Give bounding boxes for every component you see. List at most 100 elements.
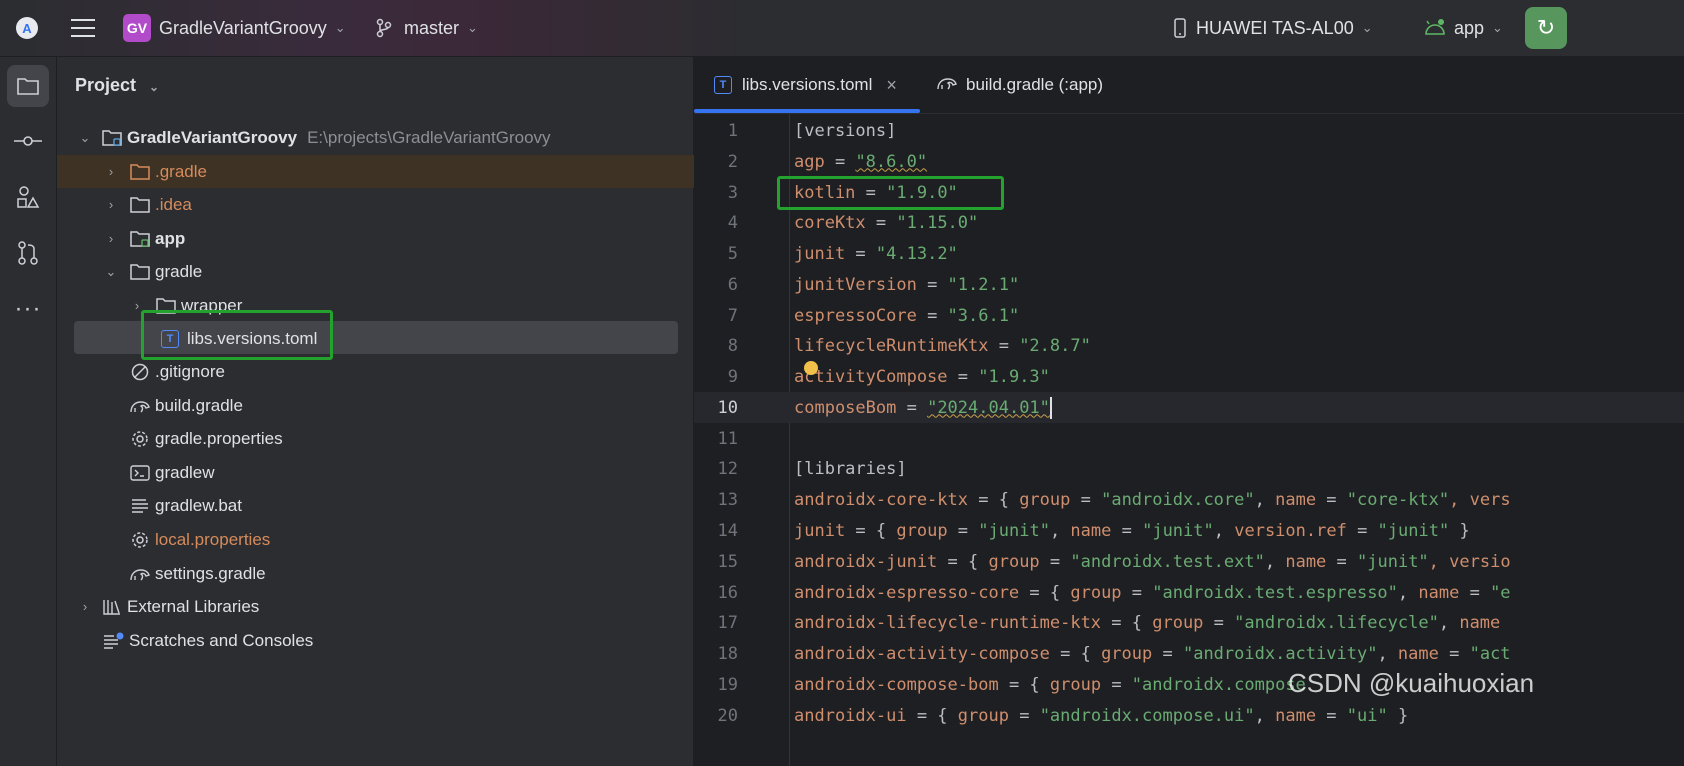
line-number: 9 <box>727 366 738 387</box>
more-tools-button[interactable]: ··· <box>7 288 49 330</box>
csdn-watermark: CSDN @kuaihuoxian <box>1288 668 1535 698</box>
library-icon <box>101 597 123 617</box>
toml-key: junit <box>794 520 846 541</box>
line-number: 5 <box>727 243 738 264</box>
tree-item-local-properties[interactable]: local.properties <box>57 523 765 556</box>
pull-requests-button[interactable] <box>7 232 49 274</box>
lightbulb-icon[interactable] <box>804 361 818 375</box>
chevron-down-icon[interactable]: ⌄ <box>103 264 119 280</box>
tree-item-label: app <box>155 228 186 248</box>
code-line: 7 espressoCore = "3.6.1" <box>694 300 1684 331</box>
code-line: 9 activityCompose = "1.9.3" <box>694 361 1684 392</box>
android-icon <box>1425 19 1445 35</box>
toml-value: "junit" <box>1377 520 1450 541</box>
text-file-icon <box>129 496 151 516</box>
line-number: 3 <box>727 182 738 203</box>
line-number: 15 <box>717 551 738 572</box>
tab-build-gradle-app[interactable]: build.gradle (:app) <box>936 57 1103 113</box>
resource-manager-button[interactable] <box>7 176 49 218</box>
gradle-elephant-icon <box>936 75 958 96</box>
editor-tabs: T libs.versions.toml × build.gradle (:ap… <box>694 57 1684 114</box>
toml-value: "androidx.test.espresso" <box>1152 582 1398 603</box>
close-icon[interactable]: × <box>886 75 897 96</box>
branch-name: master <box>404 17 460 38</box>
toml-key: androidx-compose-bom <box>794 674 999 695</box>
module-folder-icon <box>129 229 151 249</box>
device-name: HUAWEI TAS-AL00 <box>1196 17 1354 38</box>
tree-item-gitignore[interactable]: .gitignore <box>57 355 765 388</box>
line-number: 2 <box>727 151 738 172</box>
tab-label: build.gradle (:app) <box>966 75 1104 94</box>
root-name: GradleVariantGroovy <box>127 127 298 147</box>
run-config-selector[interactable]: app ⌄ <box>1424 0 1503 56</box>
line-number: 8 <box>727 335 738 356</box>
android-studio-logo-icon[interactable]: A <box>16 0 38 56</box>
line-number: 19 <box>717 674 738 695</box>
tree-item-label: Scratches and Consoles <box>129 630 314 650</box>
rerun-button[interactable]: ↻ <box>1525 7 1567 49</box>
tree-item-gradle-properties[interactable]: gradle.properties <box>57 422 765 455</box>
tree-item-gradle-cache[interactable]: › .gradle <box>57 155 739 188</box>
tree-root-row[interactable]: ⌄ GradleVariantGroovy E:\projects\Gradle… <box>57 121 713 154</box>
tree-item-gradlew-bat[interactable]: gradlew.bat <box>57 489 765 522</box>
chevron-right-icon[interactable]: › <box>103 164 119 179</box>
active-tab-indicator <box>694 109 920 113</box>
folder-icon <box>17 78 39 95</box>
tree-item-external-libraries[interactable]: › External Libraries <box>57 590 713 623</box>
project-panel: Project ⌄ ⌄ GradleVariantGroovy E:\proje… <box>57 57 739 766</box>
code-editor[interactable]: 1 [versions] 2 agp = "8.6.0" 3 kotlin = "1.… <box>694 114 1684 766</box>
tree-item-gradlew[interactable]: gradlew <box>57 456 765 489</box>
chevron-right-icon[interactable]: › <box>77 599 93 614</box>
toml-value: "junit" <box>978 520 1050 541</box>
project-selector[interactable]: GV GradleVariantGroovy ⌄ <box>123 0 346 56</box>
chevron-right-icon[interactable]: › <box>103 197 119 212</box>
tree-item-gradle[interactable]: ⌄ gradle <box>57 255 739 288</box>
line-number: 7 <box>727 305 738 326</box>
project-tool-button[interactable] <box>7 65 49 107</box>
tree-item-app[interactable]: › app <box>57 222 739 255</box>
chevron-down-icon[interactable]: ⌄ <box>77 130 93 146</box>
tree-item-label: local.properties <box>155 529 271 549</box>
phone-icon <box>1174 18 1186 38</box>
tree-item-idea[interactable]: › .idea <box>57 188 739 221</box>
code-line: 1 [versions] <box>694 115 1684 146</box>
chevron-right-icon[interactable]: › <box>103 231 119 246</box>
line-number: 16 <box>717 582 738 603</box>
line-number: 4 <box>727 212 738 233</box>
tab-libs-versions-toml[interactable]: T libs.versions.toml × <box>694 57 920 113</box>
code-line: 8 lifecycleRuntimeKtx = "2.8.7" <box>694 330 1684 361</box>
toml-file-icon: T <box>714 76 732 94</box>
line-number: 6 <box>727 274 738 295</box>
toml-value: "2.8.7" <box>1019 335 1091 356</box>
project-view-selector[interactable]: Project ⌄ <box>75 75 159 96</box>
line-number: 18 <box>717 643 738 664</box>
tree-item-build-gradle[interactable]: build.gradle <box>57 389 765 422</box>
code-text: , vers <box>1449 489 1511 510</box>
code-line: 20 androidx-ui = { group = "androidx.comp… <box>694 700 1684 731</box>
code-text: [libraries] <box>794 458 907 479</box>
main-menu-button[interactable] <box>71 0 95 56</box>
gradle-elephant-icon <box>129 564 151 584</box>
commit-tool-button[interactable] <box>7 120 49 162</box>
device-selector[interactable]: HUAWEI TAS-AL00 ⌄ <box>1173 0 1373 56</box>
code-line: 4 coreKtx = "1.15.0" <box>694 207 1684 238</box>
toml-key: junit <box>794 243 846 264</box>
branch-selector[interactable]: master ⌄ <box>375 0 478 56</box>
project-name: GradleVariantGroovy <box>159 17 327 38</box>
tree-item-settings-gradle[interactable]: settings.gradle <box>57 557 765 590</box>
toml-value: "androidx.lifecycle" <box>1234 612 1439 633</box>
toml-value: "ui" <box>1346 705 1388 726</box>
toml-key: androidx-junit <box>794 551 938 572</box>
chevron-down-icon: ⌄ <box>149 80 160 94</box>
code-line: 18 androidx-activity-compose = { group = … <box>694 638 1684 669</box>
tree-item-label: settings.gradle <box>155 563 266 583</box>
text-caret <box>1049 396 1052 419</box>
toml-key: lifecycleRuntimeKtx <box>794 335 989 356</box>
toml-value: "androidx.test.ext" <box>1070 551 1265 572</box>
toml-key: composeBom <box>794 397 897 418</box>
scratches-icon <box>103 631 125 651</box>
toml-value: "junit" <box>1142 520 1214 541</box>
toml-value: "androidx.core" <box>1101 489 1255 510</box>
line-number: 12 <box>717 458 738 479</box>
tree-item-scratches[interactable]: Scratches and Consoles <box>57 624 739 657</box>
